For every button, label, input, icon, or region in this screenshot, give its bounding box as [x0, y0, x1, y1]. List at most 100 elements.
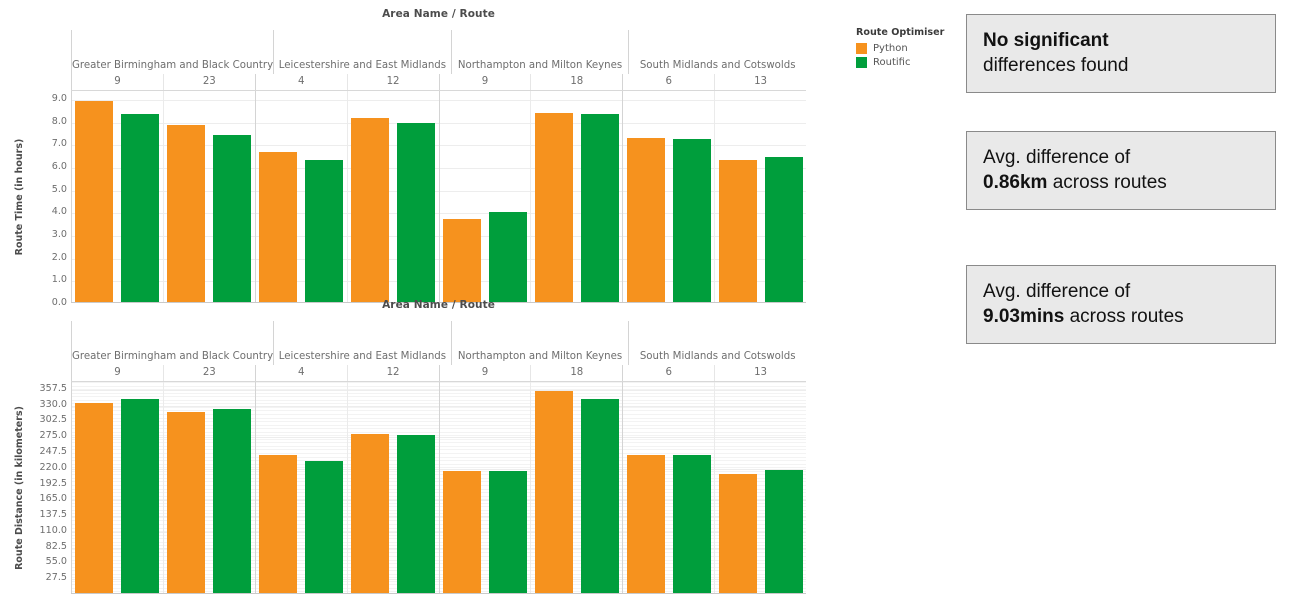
- area-header-cell: Northampton and Milton Keynes: [450, 30, 629, 74]
- bar-routific[interactable]: [213, 409, 251, 593]
- y-axis-ticks: 0.0 1.0 2.0 3.0 4.0 5.0 6.0 7.0 8.0 9.0: [21, 90, 67, 307]
- bar-python[interactable]: [259, 455, 297, 593]
- bar-routific[interactable]: [305, 461, 343, 593]
- callout-card-significance-text: No significant differences found: [983, 29, 1129, 76]
- y-axis-tick-label: 137.5: [39, 509, 67, 521]
- route-panel: [715, 382, 806, 593]
- area-header-row-time: Greater Birmingham and Black Country Leic…: [71, 30, 806, 74]
- route-header-cell: 9: [71, 365, 163, 382]
- bar-routific[interactable]: [397, 123, 435, 302]
- bar-routific[interactable]: [489, 212, 527, 302]
- chart-column-title-time: Area Name / Route: [382, 8, 495, 20]
- route-panel: [255, 382, 347, 593]
- bar-python[interactable]: [535, 112, 573, 302]
- area-header-cell: Leicestershire and East Midlands: [273, 321, 451, 365]
- bar-python[interactable]: [75, 101, 113, 302]
- dashboard-root: Area Name / Route Greater Birmingham and…: [0, 0, 1290, 597]
- y-axis-tick-label: 165.0: [39, 493, 67, 505]
- y-axis-tick-label: 8.0: [51, 115, 67, 127]
- bar-python[interactable]: [167, 411, 205, 593]
- bar-python[interactable]: [627, 137, 665, 302]
- y-axis-tick-label: 330.0: [39, 398, 67, 410]
- bar-python[interactable]: [75, 402, 113, 593]
- plot-area: [71, 90, 806, 303]
- bar-group-container: [71, 382, 806, 593]
- legend-title: Route Optimiser: [856, 27, 945, 38]
- bar-routific[interactable]: [121, 399, 159, 593]
- route-header-cell: 13: [714, 365, 806, 382]
- bar-python[interactable]: [627, 455, 665, 593]
- route-panel: [531, 91, 623, 302]
- y-axis-tick-label: 220.0: [39, 461, 67, 473]
- callout-card-distance-difference-text: Avg. difference of 0.86km across routes: [983, 146, 1167, 193]
- area-header-cell: South Midlands and Cotswolds: [628, 321, 806, 365]
- route-header-cell: 6: [622, 74, 714, 91]
- route-panel: [347, 382, 439, 593]
- y-axis-tick-label: 192.5: [39, 477, 67, 489]
- route-panel: [347, 91, 439, 302]
- route-panel: [71, 382, 163, 593]
- y-axis-tick-label: 302.5: [39, 414, 67, 426]
- y-axis-ticks: 27.5 55.0 82.5 110.0 137.5 165.0 192.5 220.0 247…: [21, 381, 67, 594]
- legend-label-python: Python: [873, 43, 908, 54]
- legend-swatch-python-icon: [856, 43, 867, 54]
- bar-routific[interactable]: [213, 134, 251, 302]
- route-header-row-distance: 9 23 4 12 9 18 6 13: [71, 365, 806, 382]
- y-axis-tick-label: 27.5: [45, 572, 67, 584]
- legend-item-routific[interactable]: Routific: [856, 57, 944, 68]
- legend-item-python[interactable]: Python: [856, 43, 944, 54]
- bar-routific[interactable]: [489, 470, 527, 593]
- bar-routific[interactable]: [765, 156, 803, 302]
- y-axis-tick-label: 1.0: [51, 274, 67, 286]
- bar-python[interactable]: [719, 474, 757, 593]
- bar-routific[interactable]: [305, 159, 343, 302]
- bar-python[interactable]: [535, 391, 573, 593]
- y-axis-tick-label: 247.5: [39, 446, 67, 458]
- route-header-cell: 12: [346, 365, 439, 382]
- route-header-cell: 9: [438, 365, 531, 382]
- bar-group-container: [71, 91, 806, 302]
- area-header-cell: Greater Birmingham and Black Country: [71, 30, 273, 74]
- bar-routific[interactable]: [397, 435, 435, 593]
- y-axis-tick-label: 2.0: [51, 251, 67, 263]
- chart-route-time: Area Name / Route Greater Birmingham and…: [0, 8, 830, 307]
- area-header-row-distance: Greater Birmingham and Black Country Leic…: [71, 321, 806, 365]
- bar-routific[interactable]: [581, 399, 619, 593]
- legend: Route Optimiser Python Routific: [856, 27, 944, 71]
- route-panel: [163, 91, 255, 302]
- route-panel: [623, 382, 715, 593]
- plot-wrapper-distance: Route Distance (in kilometers) 27.5 55.0 82…: [0, 381, 830, 594]
- y-axis-tick-label: 9.0: [51, 93, 67, 105]
- bar-routific[interactable]: [121, 113, 159, 302]
- route-header-cell: 6: [622, 365, 714, 382]
- route-panel: [255, 91, 347, 302]
- route-header-cell: 23: [162, 74, 255, 91]
- legend-label-routific: Routific: [873, 57, 911, 68]
- y-axis-tick-label: 275.0: [39, 430, 67, 442]
- chart-header-time: Greater Birmingham and Black Country Leic…: [71, 30, 806, 91]
- chart-header-distance: Greater Birmingham and Black Country Leic…: [71, 321, 806, 382]
- route-header-cell: 4: [254, 365, 347, 382]
- y-axis-tick-label: 357.5: [39, 383, 67, 395]
- bar-python[interactable]: [259, 152, 297, 302]
- y-axis-tick-label: 7.0: [51, 138, 67, 150]
- route-header-cell: 4: [254, 74, 347, 91]
- y-axis-tick-label: 4.0: [51, 206, 67, 218]
- route-panel: [715, 91, 806, 302]
- bar-python[interactable]: [351, 434, 389, 593]
- bar-python[interactable]: [719, 160, 757, 302]
- route-header-cell: 13: [714, 74, 806, 91]
- bar-routific[interactable]: [673, 454, 711, 593]
- route-panel: [439, 91, 531, 302]
- route-panel: [623, 91, 715, 302]
- route-header-cell: 12: [346, 74, 439, 91]
- bar-routific[interactable]: [765, 470, 803, 593]
- bar-python[interactable]: [443, 470, 481, 593]
- route-header-cell: 18: [530, 365, 622, 382]
- bar-routific[interactable]: [673, 139, 711, 302]
- bar-python[interactable]: [351, 117, 389, 302]
- route-panel: [531, 382, 623, 593]
- bar-routific[interactable]: [581, 114, 619, 302]
- bar-python[interactable]: [167, 125, 205, 302]
- bar-python[interactable]: [443, 219, 481, 302]
